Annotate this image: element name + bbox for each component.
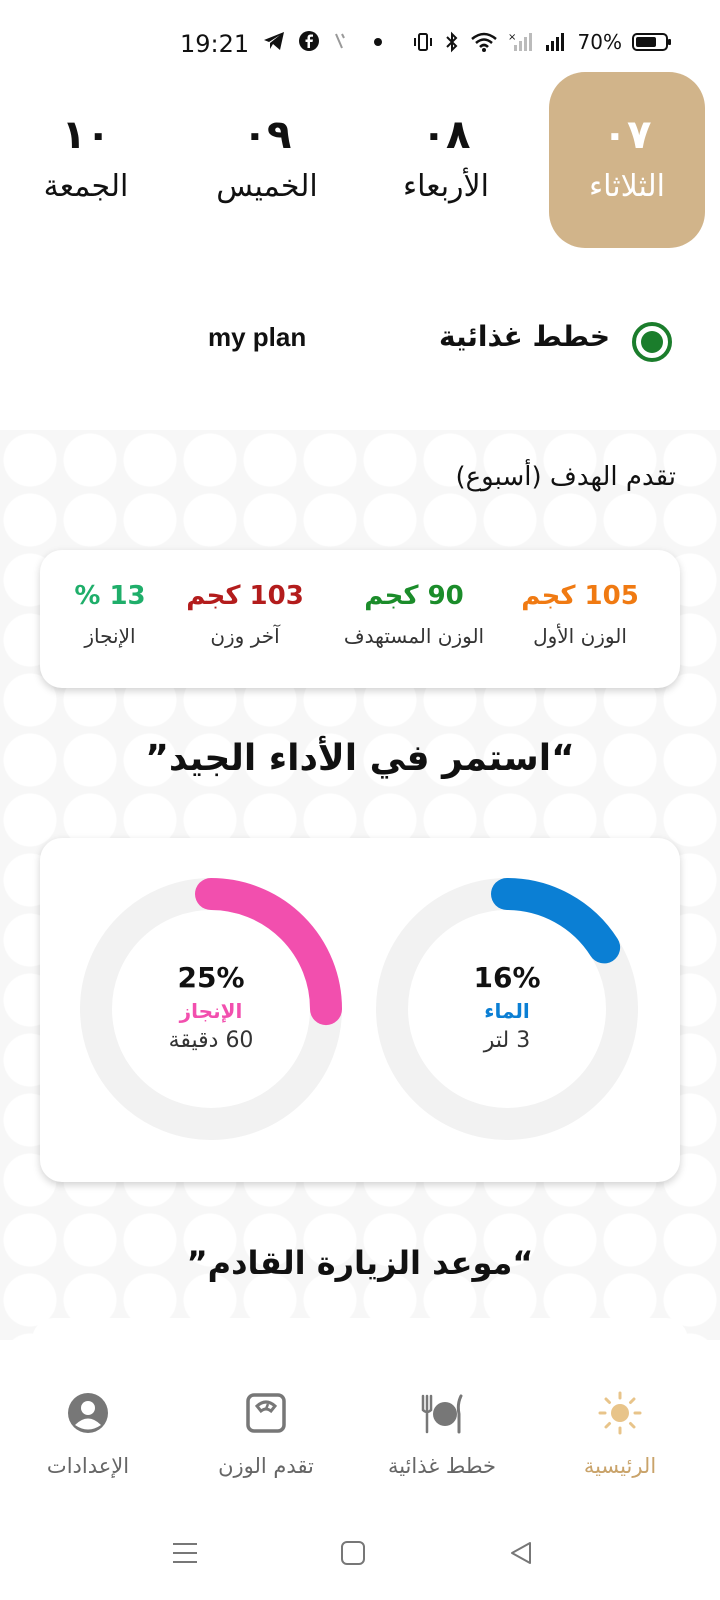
scale-icon [246,1393,286,1433]
meal-plans-option-label[interactable]: خطط غذائية [439,320,610,353]
ring-percent: 25% [177,961,245,994]
telegram-icon [264,32,284,50]
stat-label: آخر وزن [210,624,280,648]
back-button-icon[interactable] [508,1540,534,1566]
ring-label: الماء [484,999,530,1023]
battery-icon [632,33,671,51]
stat-value: 90 كجم [364,581,464,611]
day-name: الخميس [216,169,318,204]
nav-label: خطط غذائية [387,1454,497,1478]
day-name: الثلاثاء [588,169,666,204]
nav-settings[interactable]: الإعدادات [8,1390,168,1478]
plan-selector: my plan خطط غذائية [0,310,720,370]
app-notification-icon [335,33,345,49]
battery-percent: 70% [577,30,622,54]
my-plan-option[interactable]: my plan [208,322,306,353]
radio-selected-dot [641,331,663,353]
stat-value: 105 كجم [521,581,639,611]
wifi-icon [470,32,497,52]
day-number: ٠٩ [242,112,292,158]
vibrate-icon [413,33,432,51]
water-ring-text: 16% الماء 3 لتر [374,960,640,1056]
ring-label: الإنجاز [179,999,243,1023]
stat-label: الوزن المستهدف [343,624,485,648]
system-status-icons: × 70% [412,30,671,54]
goal-progress-title: تقدم الهدف (أسبوع) [455,462,676,492]
day-tab-friday[interactable]: ١٠ الجمعة [8,72,164,248]
stat-achievement: 13 % الإنجاز [70,578,150,648]
signal-icon-sim2 [545,33,564,51]
stat-label: الإنجاز [84,624,136,648]
user-profile-icon [68,1393,108,1433]
bluetooth-icon [445,31,457,53]
achievement-ring: 25% الإنجاز 60 دقيقة [78,876,344,1142]
recent-apps-icon[interactable] [172,1540,198,1566]
signal-icon-sim1: × [508,32,532,51]
ring-subtitle: 60 دقيقة [168,1028,254,1053]
day-number: ٠٨ [421,112,471,158]
notification-icons [262,30,388,52]
facebook-icon [299,31,319,51]
day-name: الأربعاء [402,169,489,204]
stat-last-weight: 103 كجم آخر وزن [180,578,310,648]
goal-stats-card: 105 كجم الوزن الأول 90 كجم الوزن المستهد… [40,550,680,688]
motivation-quote: “استمر في الأداء الجيد” [145,738,575,779]
stat-target-weight: 90 كجم الوزن المستهدف [334,578,494,648]
nav-meal-plans[interactable]: خطط غذائية [362,1390,522,1478]
nav-weight-progress[interactable]: تقدم الوزن [186,1390,346,1478]
stat-value: 13 % [74,581,146,611]
day-tab-wednesday[interactable]: ٠٨ الأربعاء [368,72,524,248]
more-notifications-icon [374,38,382,46]
nav-label: الرئيسية [583,1454,657,1478]
bottom-navigation: الرئيسية خطط غذائية تقدم الوزن الإعدادات [0,1360,720,1510]
system-navigation-bar [0,1510,720,1600]
stat-value: 103 كجم [186,581,304,611]
day-selector: ٠٧ الثلاثاء ٠٨ الأربعاء ٠٩ الخميس ١٠ الج… [0,72,720,252]
status-time: 19:21 [180,30,250,58]
day-tab-tuesday[interactable]: ٠٧ الثلاثاء [549,72,705,248]
svg-text:×: × [508,32,516,43]
day-name: الجمعة [43,169,129,204]
nav-label: الإعدادات [46,1454,130,1478]
day-tab-thursday[interactable]: ٠٩ الخميس [189,72,345,248]
water-ring: 16% الماء 3 لتر [374,876,640,1142]
ring-subtitle: 3 لتر [483,1028,531,1053]
day-number: ٠٧ [602,112,652,158]
ring-percent: 16% [473,961,541,994]
sun-icon [598,1391,642,1435]
nav-label: تقدم الوزن [218,1454,314,1478]
progress-rings-card: 16% الماء 3 لتر 25% الإنجاز 60 دقيقة [40,838,680,1182]
day-number: ١٠ [61,112,111,158]
next-visit-title: “موعد الزيارة القادم” [186,1244,534,1282]
stat-label: الوزن الأول [533,624,627,648]
dinner-plate-icon [421,1394,463,1434]
achievement-ring-text: 25% الإنجاز 60 دقيقة [78,960,344,1056]
stat-initial-weight: 105 كجم الوزن الأول [510,578,650,648]
home-button-icon[interactable] [340,1540,366,1566]
meal-plans-radio[interactable] [632,322,672,362]
nav-home[interactable]: الرئيسية [540,1390,700,1478]
